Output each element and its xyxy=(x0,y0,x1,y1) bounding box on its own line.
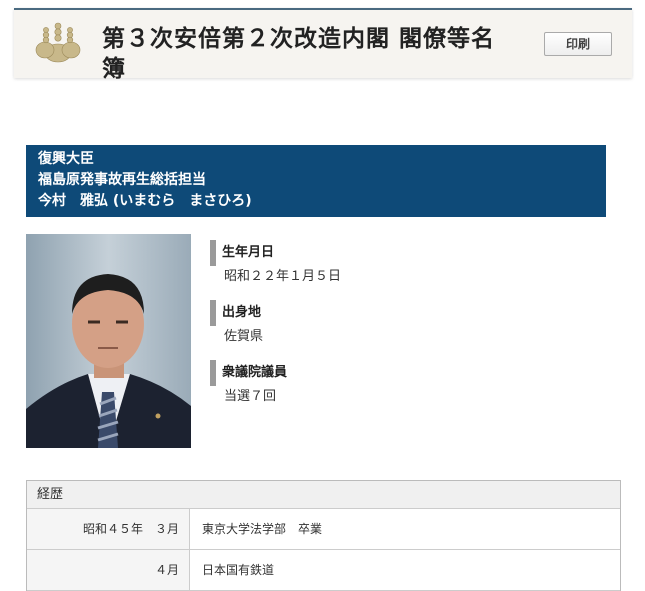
birthplace-label: 出身地 xyxy=(210,300,510,326)
profile-info: 生年月日 昭和２２年１月５日 出身地 佐賀県 衆議院議員 当選７回 xyxy=(210,240,510,420)
birth-date-label: 生年月日 xyxy=(210,240,510,266)
birth-date-value: 昭和２２年１月５日 xyxy=(224,269,342,284)
career-description: 日本国有鉄道 xyxy=(202,563,275,577)
role-banner: 復興大臣 福島原発事故再生総括担当 今村 雅弘 (いまむら まさひろ) xyxy=(26,145,606,217)
birthplace-value: 佐賀県 xyxy=(224,329,264,344)
page-header: 第３次安倍第２次改造内閣 閣僚等名簿 印刷 xyxy=(14,8,632,82)
table-row: 昭和４５年 ３月 東京大学法学部 卒業 xyxy=(27,509,620,550)
career-description: 東京大学法学部 卒業 xyxy=(202,522,323,536)
print-button[interactable]: 印刷 xyxy=(544,32,612,56)
role-subtitle: 福島原発事故再生総括担当 xyxy=(38,172,206,188)
paulownia-crest-icon xyxy=(35,22,81,63)
role-title: 復興大臣 xyxy=(38,151,94,167)
minister-photo xyxy=(26,234,191,448)
minister-name: 今村 雅弘 (いまむら まさひろ) xyxy=(38,193,252,209)
career-date: ４月 xyxy=(27,550,190,590)
career-table: 経歴 昭和４５年 ３月 東京大学法学部 卒業 ４月 日本国有鉄道 xyxy=(26,480,621,591)
page-title: 第３次安倍第２次改造内閣 閣僚等名簿 xyxy=(102,26,496,82)
house-membership-label: 衆議院議員 xyxy=(210,360,510,386)
table-row: ４月 日本国有鉄道 xyxy=(27,550,620,591)
career-date: 昭和４５年 ３月 xyxy=(27,509,190,549)
election-count-value: 当選７回 xyxy=(224,389,277,404)
career-header: 経歴 xyxy=(27,481,620,509)
